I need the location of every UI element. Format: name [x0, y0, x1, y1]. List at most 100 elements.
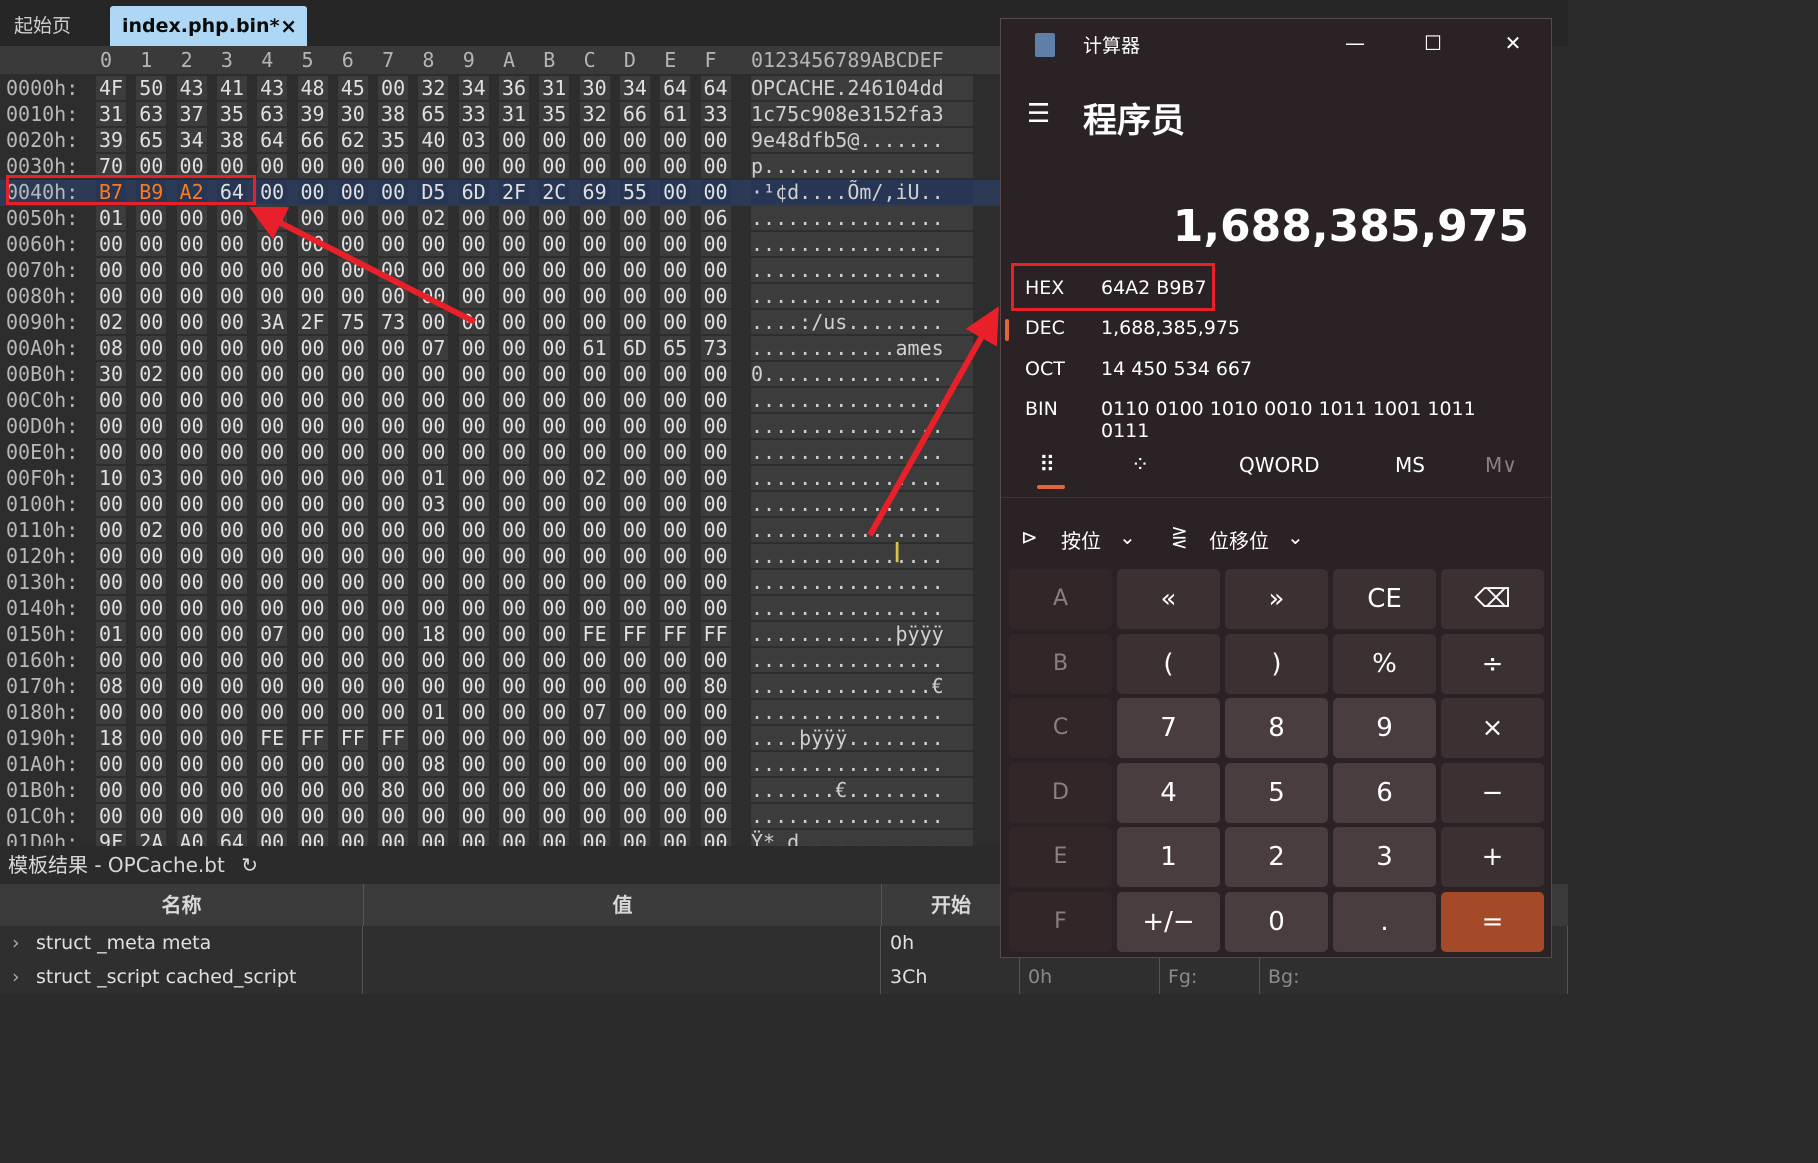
key-button[interactable]: ×	[1441, 698, 1544, 758]
hex-byte[interactable]: 00	[579, 674, 610, 698]
hex-byte[interactable]: 00	[216, 596, 247, 620]
hex-byte[interactable]: 00	[176, 700, 207, 724]
hex-byte[interactable]: 61	[660, 102, 691, 126]
hex-byte[interactable]: 00	[619, 674, 650, 698]
hex-byte[interactable]: 00	[176, 206, 207, 230]
hex-byte[interactable]: 50	[136, 76, 167, 100]
hex-byte[interactable]: 08	[96, 336, 126, 360]
hex-byte[interactable]: 00	[176, 232, 207, 256]
hex-byte[interactable]: 00	[136, 622, 167, 646]
hex-byte[interactable]: 00	[499, 648, 529, 672]
hex-byte[interactable]: 00	[418, 258, 449, 282]
hex-byte[interactable]: 00	[539, 726, 570, 750]
hex-byte[interactable]: 64	[660, 76, 691, 100]
hex-byte[interactable]: 43	[257, 76, 288, 100]
hex-byte[interactable]: 00	[700, 180, 731, 204]
hex-byte[interactable]: 00	[660, 596, 691, 620]
ascii-text[interactable]: ................	[751, 804, 973, 828]
hex-byte[interactable]: 00	[216, 570, 247, 594]
hex-row[interactable]: 00D0h: 00 00 00 00 00 00 00 00 00 00 00 00 00 00 00 00..…	[0, 414, 1000, 440]
hex-byte[interactable]: 00	[660, 674, 691, 698]
hex-byte[interactable]: 00	[297, 154, 328, 178]
hex-byte[interactable]: 00	[96, 752, 126, 776]
hex-byte[interactable]: 00	[539, 128, 570, 152]
hex-row[interactable]: 0050h: 01 00 00 00 00 00 00 00 02 00 00 00 00 00 00 06..…	[0, 206, 1000, 232]
hex-byte[interactable]: 00	[337, 674, 368, 698]
hex-byte[interactable]: 00	[96, 440, 126, 464]
hex-byte[interactable]: 00	[337, 492, 368, 516]
hex-byte[interactable]: 00	[539, 648, 570, 672]
hex-byte[interactable]: 00	[700, 310, 731, 334]
hex-byte[interactable]: 00	[619, 648, 650, 672]
hex-byte[interactable]: 00	[378, 154, 409, 178]
memory-store-button[interactable]: MS	[1395, 453, 1425, 477]
hex-row[interactable]: 0080h: 00 00 00 00 00 00 00 00 00 00 00 00 00 00 00 00..…	[0, 284, 1000, 310]
hex-byte[interactable]: 00	[337, 804, 368, 828]
hex-byte[interactable]: 00	[539, 830, 570, 846]
hex-byte[interactable]: 00	[257, 362, 288, 386]
ascii-text[interactable]: ............ames	[751, 336, 973, 360]
hex-byte[interactable]: 00	[378, 752, 409, 776]
word-size-button[interactable]: QWORD	[1239, 453, 1320, 477]
hex-byte[interactable]: 00	[660, 362, 691, 386]
hex-byte[interactable]: 00	[539, 544, 570, 568]
hex-byte[interactable]: 00	[539, 154, 570, 178]
hex-byte[interactable]: 07	[257, 622, 288, 646]
hex-byte[interactable]: 00	[378, 492, 409, 516]
hex-byte[interactable]: 02	[136, 518, 167, 542]
hex-byte[interactable]: 00	[700, 466, 731, 490]
hex-byte[interactable]: 00	[257, 570, 288, 594]
hex-byte[interactable]: 00	[136, 596, 167, 620]
hex-byte[interactable]: 00	[700, 388, 731, 412]
hex-byte[interactable]: 00	[297, 466, 328, 490]
hex-row[interactable]: 0130h: 00 00 00 00 00 00 00 00 00 00 00 00 00 00 00 00..…	[0, 570, 1000, 596]
hex-byte[interactable]: 38	[216, 128, 247, 152]
tab-start-page[interactable]: 起始页	[0, 6, 100, 46]
hex-byte[interactable]: 00	[458, 414, 489, 438]
hex-byte[interactable]: 00	[216, 466, 247, 490]
hex-byte[interactable]: 00	[337, 180, 368, 204]
hex-byte[interactable]: 00	[458, 830, 489, 846]
hex-byte[interactable]: 00	[297, 544, 328, 568]
bitwise-dropdown[interactable]: 按位	[1061, 525, 1101, 554]
hex-byte[interactable]: 00	[176, 414, 207, 438]
hex-byte[interactable]: 00	[539, 596, 570, 620]
hex-byte[interactable]: 00	[136, 206, 167, 230]
hex-byte[interactable]: 00	[378, 388, 409, 412]
hex-byte[interactable]: 00	[499, 544, 529, 568]
hex-byte[interactable]: 00	[700, 492, 731, 516]
hex-byte[interactable]: 00	[700, 440, 731, 464]
radix-dec[interactable]: DEC 1,688,385,975	[1025, 317, 1525, 353]
hex-byte[interactable]: 00	[337, 232, 368, 256]
key-button[interactable]: 9	[1333, 698, 1436, 758]
hex-byte[interactable]: 00	[660, 648, 691, 672]
hex-byte[interactable]: 00	[660, 258, 691, 282]
ascii-text[interactable]: ................	[751, 414, 973, 438]
hex-byte[interactable]: 02	[579, 466, 610, 490]
hex-byte[interactable]: 00	[216, 440, 247, 464]
hex-byte[interactable]: 00	[579, 362, 610, 386]
hex-byte[interactable]: 00	[660, 310, 691, 334]
hex-byte[interactable]: 00	[337, 778, 368, 802]
hex-byte[interactable]: 00	[337, 362, 368, 386]
hex-byte[interactable]: 00	[216, 726, 247, 750]
hex-byte[interactable]: 00	[539, 674, 570, 698]
hex-byte[interactable]: 2F	[499, 180, 529, 204]
hex-byte[interactable]: 00	[458, 674, 489, 698]
hex-byte[interactable]: 00	[660, 232, 691, 256]
hex-byte[interactable]: 00	[539, 336, 570, 360]
hex-byte[interactable]: 00	[619, 258, 650, 282]
hex-byte[interactable]: 62	[337, 128, 368, 152]
hex-byte[interactable]: 00	[257, 752, 288, 776]
hex-byte[interactable]: 00	[418, 232, 449, 256]
key-button[interactable]: 3	[1333, 827, 1436, 887]
hex-byte[interactable]: 00	[257, 648, 288, 672]
hex-row[interactable]: 01D0h: 9F 2A A0 64 00 00 00 00 00 00 00 00 00 00 00 00 Ÿ*…	[0, 830, 1000, 846]
hex-byte[interactable]: 00	[660, 180, 691, 204]
hex-byte[interactable]: 00	[136, 284, 167, 308]
hex-byte[interactable]: 00	[136, 778, 167, 802]
ascii-text[interactable]: ....þÿÿÿ........	[751, 726, 973, 750]
hex-byte[interactable]: 00	[458, 336, 489, 360]
calculator-window[interactable]: 计算器 — ☐ ✕ ☰ 程序员 1,688,385,975 HEX 64A2 B…	[1000, 18, 1552, 958]
hex-byte[interactable]: 00	[499, 388, 529, 412]
